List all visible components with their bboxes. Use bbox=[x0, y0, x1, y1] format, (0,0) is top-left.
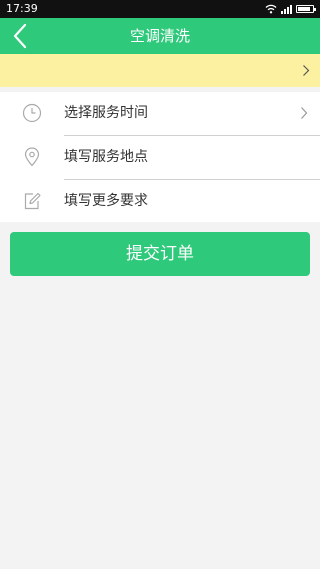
app-header: 空调清洗 bbox=[0, 18, 320, 54]
edit-icon bbox=[24, 192, 41, 210]
page-title: 空调清洗 bbox=[129, 27, 190, 45]
clock-icon bbox=[22, 103, 42, 123]
submit-order-button[interactable]: 提交订单 bbox=[10, 232, 310, 276]
notice-bar[interactable] bbox=[0, 54, 320, 87]
status-time: 17:39 bbox=[6, 2, 38, 15]
battery-icon bbox=[296, 5, 316, 13]
more-requirements-label: 填写更多要求 bbox=[64, 193, 148, 209]
chevron-right-icon bbox=[301, 107, 308, 119]
service-location-row[interactable]: 填写服务地点 bbox=[0, 136, 320, 179]
chevron-right-icon bbox=[303, 65, 310, 76]
order-form: 选择服务时间 填写服务地点 填写更多要求 bbox=[0, 92, 320, 222]
status-icons bbox=[265, 3, 316, 15]
service-time-label: 选择服务时间 bbox=[64, 105, 148, 121]
service-time-row[interactable]: 选择服务时间 bbox=[0, 92, 320, 135]
signal-icon bbox=[281, 4, 292, 14]
wifi-icon bbox=[265, 4, 277, 14]
service-location-label: 填写服务地点 bbox=[64, 149, 148, 165]
status-bar: 17:39 bbox=[0, 0, 320, 18]
battery-level bbox=[298, 7, 310, 11]
more-requirements-row[interactable]: 填写更多要求 bbox=[0, 180, 320, 223]
location-pin-icon bbox=[24, 147, 40, 167]
